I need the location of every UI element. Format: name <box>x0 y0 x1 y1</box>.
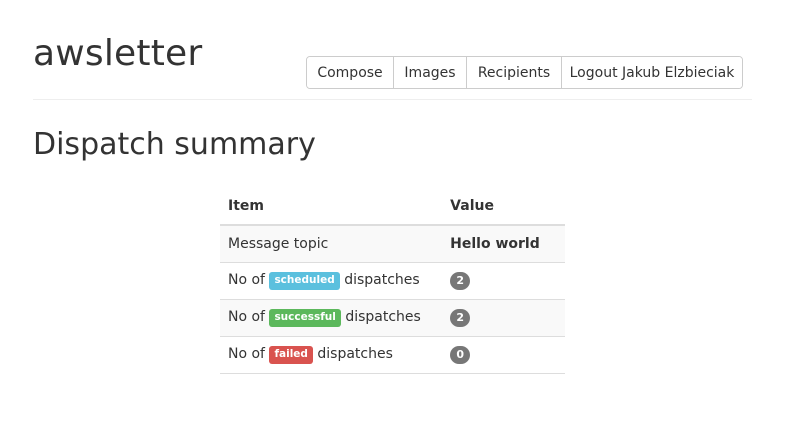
dispatch-summary-table: Item Value Message topic Hello world No … <box>220 188 565 374</box>
row-prefix: No of <box>228 309 265 326</box>
scheduled-dispatches-cell: No of scheduled dispatches <box>220 262 443 300</box>
row-suffix: dispatches <box>345 309 421 326</box>
failed-dispatches-cell: No of failed dispatches <box>220 336 443 374</box>
table-row: No of successful dispatches 2 <box>220 299 565 337</box>
scheduled-count-cell: 2 <box>442 262 565 300</box>
successful-dispatches-cell: No of successful dispatches <box>220 299 443 337</box>
failed-label: failed <box>269 346 313 364</box>
page: awsletter Compose Images Recipients Logo… <box>0 0 785 443</box>
failed-count-badge: 0 <box>450 346 471 364</box>
table-row: No of failed dispatches 0 <box>220 336 565 374</box>
logout-button[interactable]: Logout Jakub Elzbieciak <box>562 57 742 88</box>
scheduled-label: scheduled <box>269 272 340 290</box>
table-row: Message topic Hello world <box>220 224 565 263</box>
row-suffix: dispatches <box>344 272 420 289</box>
row-prefix: No of <box>228 272 265 289</box>
successful-count-badge: 2 <box>450 309 471 327</box>
brand-title: awsletter <box>33 33 203 74</box>
successful-count-cell: 2 <box>442 299 565 337</box>
images-button[interactable]: Images <box>394 57 467 88</box>
header-divider <box>33 99 752 100</box>
successful-label: successful <box>269 309 341 327</box>
row-prefix: No of <box>228 346 265 363</box>
table-row: No of scheduled dispatches 2 <box>220 262 565 300</box>
message-topic-value: Hello world <box>442 224 565 263</box>
compose-button[interactable]: Compose <box>307 57 394 88</box>
message-topic-label: Message topic <box>220 224 443 263</box>
top-nav: Compose Images Recipients Logout Jakub E… <box>306 56 743 89</box>
page-title: Dispatch summary <box>33 127 316 162</box>
row-suffix: dispatches <box>317 346 393 363</box>
failed-count-cell: 0 <box>442 336 565 374</box>
table-header-row: Item Value <box>220 188 565 226</box>
recipients-button[interactable]: Recipients <box>467 57 562 88</box>
column-header-item: Item <box>220 188 443 226</box>
column-header-value: Value <box>442 188 565 226</box>
scheduled-count-badge: 2 <box>450 272 471 290</box>
